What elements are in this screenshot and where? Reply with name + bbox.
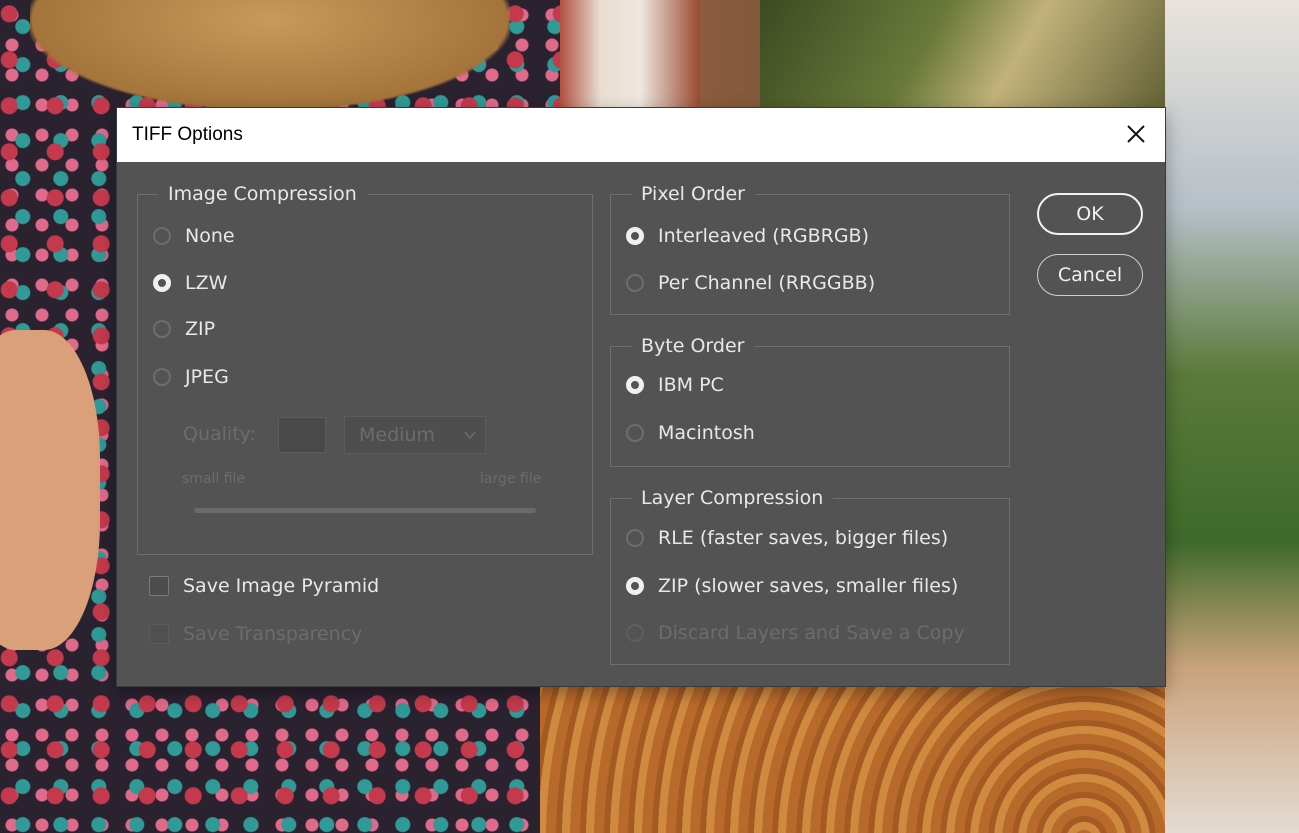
radio-per-channel[interactable]	[626, 274, 644, 292]
compression-option-lzw[interactable]: LZW	[153, 269, 227, 297]
layer-compression-option-label: Discard Layers and Save a Copy	[658, 622, 965, 644]
compression-option-label: JPEG	[185, 366, 229, 388]
layer-compression-option-zip[interactable]: ZIP (slower saves, smaller files)	[626, 572, 958, 600]
radio-interleaved[interactable]	[626, 227, 644, 245]
radio-rle[interactable]	[626, 529, 644, 547]
byte-order-option-label: Macintosh	[658, 422, 755, 444]
layer-compression-option-label: ZIP (slower saves, smaller files)	[658, 575, 959, 597]
tiff-options-dialog: TIFF Options Image Compression None LZW …	[117, 108, 1165, 686]
layer-compression-legend: Layer Compression	[631, 485, 834, 511]
byte-order-legend: Byte Order	[631, 333, 755, 359]
quality-label: Quality:	[183, 423, 256, 445]
quality-input[interactable]	[278, 417, 326, 453]
layer-compression-group: Layer Compression RLE (faster saves, big…	[610, 485, 1010, 665]
ok-button[interactable]: OK	[1037, 193, 1143, 235]
background-hair	[30, 0, 510, 110]
pixel-order-option-per-channel[interactable]: Per Channel (RRGGBB)	[626, 269, 875, 297]
small-file-label: small file	[182, 471, 246, 487]
layer-compression-option-rle[interactable]: RLE (faster saves, bigger files)	[626, 524, 948, 552]
dialog-title: TIFF Options	[132, 124, 243, 145]
save-transparency-checkbox[interactable]: Save Transparency	[149, 620, 362, 648]
dialog-titlebar: TIFF Options	[117, 108, 1165, 162]
compression-option-label: LZW	[185, 272, 228, 294]
compression-option-label: None	[185, 225, 235, 247]
radio-lzw[interactable]	[153, 274, 171, 292]
cancel-button[interactable]: Cancel	[1037, 254, 1143, 296]
background-window	[1165, 0, 1299, 833]
layer-compression-option-discard[interactable]: Discard Layers and Save a Copy	[626, 619, 965, 647]
radio-jpeg[interactable]	[153, 368, 171, 386]
radio-discard[interactable]	[626, 624, 644, 642]
quality-preset-select[interactable]: Medium	[344, 416, 486, 454]
radio-zip[interactable]	[153, 320, 171, 338]
save-image-pyramid-checkbox[interactable]: Save Image Pyramid	[149, 572, 379, 600]
image-compression-group: Image Compression None LZW ZIP JPEG Qual…	[137, 181, 593, 555]
checkbox-label: Save Image Pyramid	[183, 575, 380, 597]
pixel-order-option-interleaved[interactable]: Interleaved (RGBRGB)	[626, 222, 869, 250]
background-plant	[760, 0, 1180, 110]
pixel-order-legend: Pixel Order	[631, 181, 755, 207]
byte-order-option-macintosh[interactable]: Macintosh	[626, 419, 755, 447]
byte-order-option-ibm-pc[interactable]: IBM PC	[626, 371, 724, 399]
close-icon[interactable]	[1123, 121, 1149, 147]
pixel-order-option-label: Per Channel (RRGGBB)	[658, 272, 876, 294]
background-arm	[0, 330, 100, 650]
byte-order-option-label: IBM PC	[658, 374, 724, 396]
checkbox-box[interactable]	[149, 576, 169, 596]
compression-option-label: ZIP	[185, 318, 216, 340]
compression-option-jpeg[interactable]: JPEG	[153, 363, 229, 391]
byte-order-group: Byte Order IBM PC Macintosh	[610, 333, 1010, 467]
pixel-order-option-label: Interleaved (RGBRGB)	[658, 225, 869, 247]
compression-option-none[interactable]: None	[153, 222, 235, 250]
quality-slider[interactable]	[194, 508, 536, 513]
layer-compression-option-label: RLE (faster saves, bigger files)	[658, 527, 949, 549]
quality-preset-value: Medium	[359, 424, 435, 446]
chevron-down-icon	[463, 426, 477, 448]
checkbox-label: Save Transparency	[183, 623, 363, 645]
compression-option-zip[interactable]: ZIP	[153, 315, 215, 343]
checkbox-box[interactable]	[149, 624, 169, 644]
large-file-label: large file	[480, 471, 542, 487]
image-compression-legend: Image Compression	[158, 181, 367, 207]
radio-none[interactable]	[153, 227, 171, 245]
pixel-order-group: Pixel Order Interleaved (RGBRGB) Per Cha…	[610, 181, 1010, 315]
radio-layer-zip[interactable]	[626, 577, 644, 595]
radio-ibm-pc[interactable]	[626, 376, 644, 394]
radio-macintosh[interactable]	[626, 424, 644, 442]
